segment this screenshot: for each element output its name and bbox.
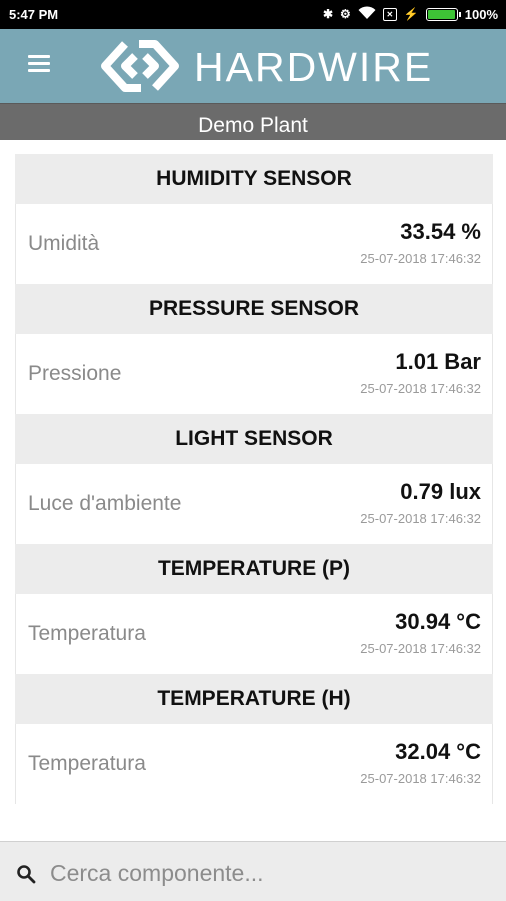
- sensor-reading: Temperatura 30.94 °C 25-07-2018 17:46:32: [15, 594, 493, 674]
- hardwire-logo: [101, 40, 179, 92]
- search-input[interactable]: [48, 856, 492, 890]
- reading-timestamp: 25-07-2018 17:46:32: [360, 641, 481, 656]
- reading-label: Temperatura: [28, 752, 146, 775]
- reading-label: Luce d'ambiente: [28, 492, 182, 515]
- app-bar: HARDWIRE: [0, 29, 506, 103]
- status-icons: ✱ ⚙ ✕ ⚡ 100%: [323, 5, 498, 24]
- sensor-reading: Luce d'ambiente 0.79 lux 25-07-2018 17:4…: [15, 464, 493, 544]
- search-icon: [17, 865, 36, 884]
- search-bar: [0, 841, 506, 901]
- sensor-card-temperature-p[interactable]: TEMPERATURE (P) Temperatura 30.94 °C 25-…: [15, 544, 493, 674]
- wifi-icon: [358, 6, 376, 23]
- bluetooth-icon: ✱: [322, 7, 334, 21]
- sensor-reading: Temperatura 32.04 °C 25-07-2018 17:46:32: [15, 724, 493, 804]
- status-bar: 5:47 PM ✱ ⚙ ✕ ⚡ 100%: [0, 0, 506, 29]
- sensor-list: HUMIDITY SENSOR Umidità 33.54 % 25-07-20…: [15, 154, 493, 804]
- alarm-icon: ⚙: [340, 7, 351, 21]
- sensor-card-humidity[interactable]: HUMIDITY SENSOR Umidità 33.54 % 25-07-20…: [15, 154, 493, 284]
- sensor-reading: Umidità 33.54 % 25-07-2018 17:46:32: [15, 204, 493, 284]
- battery-percent: 100%: [464, 7, 498, 22]
- charging-icon: ⚡: [403, 7, 419, 21]
- sensor-card-pressure[interactable]: PRESSURE SENSOR Pressione 1.01 Bar 25-07…: [15, 284, 493, 414]
- status-time: 5:47 PM: [9, 7, 59, 22]
- sim-icon: ✕: [382, 8, 397, 21]
- reading-value: 33.54 %: [400, 219, 481, 244]
- reading-timestamp: 25-07-2018 17:46:32: [360, 771, 481, 786]
- reading-timestamp: 25-07-2018 17:46:32: [360, 511, 481, 526]
- reading-value: 32.04 °C: [395, 739, 481, 764]
- sensor-card-temperature-h[interactable]: TEMPERATURE (H) Temperatura 32.04 °C 25-…: [15, 674, 493, 804]
- reading-timestamp: 25-07-2018 17:46:32: [360, 381, 481, 396]
- hamburger-menu-icon[interactable]: [28, 55, 50, 77]
- reading-value: 1.01 Bar: [395, 349, 481, 374]
- reading-timestamp: 25-07-2018 17:46:32: [360, 251, 481, 266]
- plant-title: Demo Plant: [0, 103, 506, 140]
- sensor-title: TEMPERATURE (H): [15, 674, 493, 724]
- battery-icon: [425, 8, 461, 21]
- sensor-title: LIGHT SENSOR: [15, 414, 493, 464]
- reading-value: 30.94 °C: [395, 609, 481, 634]
- reading-label: Temperatura: [28, 622, 146, 645]
- sensor-title: TEMPERATURE (P): [15, 544, 493, 594]
- brand-name: HARDWIRE: [194, 44, 434, 90]
- sensor-reading: Pressione 1.01 Bar 25-07-2018 17:46:32: [15, 334, 493, 414]
- reading-label: Pressione: [28, 362, 122, 385]
- reading-value: 0.79 lux: [400, 479, 481, 504]
- sensor-title: HUMIDITY SENSOR: [15, 154, 493, 204]
- reading-label: Umidità: [28, 232, 100, 255]
- sensor-card-light[interactable]: LIGHT SENSOR Luce d'ambiente 0.79 lux 25…: [15, 414, 493, 544]
- sensor-title: PRESSURE SENSOR: [15, 284, 493, 334]
